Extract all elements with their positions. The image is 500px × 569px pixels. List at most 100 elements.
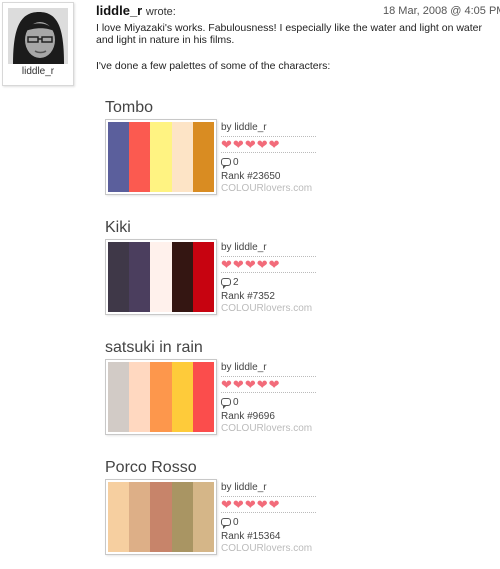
wrote-label: wrote: <box>145 6 176 18</box>
color-swatch <box>150 482 172 552</box>
heart-icon[interactable]: ❤ <box>221 378 232 391</box>
palette-title[interactable]: satsuki in rain <box>105 339 203 357</box>
comments-number: 2 <box>233 276 239 288</box>
palette-card: Kiki by liddle_r ❤ ❤ ❤ ❤ ❤ 2 Rank #7352 COLOURlov… <box>105 219 345 329</box>
palette-swatches <box>108 122 215 192</box>
colourlovers-link[interactable]: COLOURlovers.com <box>221 543 331 555</box>
heart-icon[interactable]: ❤ <box>257 258 268 271</box>
comments-count[interactable]: 0 <box>221 156 331 169</box>
heart-icon[interactable]: ❤ <box>269 498 280 511</box>
palette-swatch-link[interactable] <box>105 479 217 555</box>
palette-card: satsuki in rain by liddle_r ❤ ❤ ❤ ❤ ❤ 0 Rank #96… <box>105 339 345 449</box>
palette-card: Tombo by liddle_r ❤ ❤ ❤ ❤ ❤ 0 Rank #23650 COLOURl… <box>105 99 345 209</box>
heart-rating[interactable]: ❤ ❤ ❤ ❤ ❤ <box>221 136 316 153</box>
color-swatch <box>171 122 193 192</box>
palette-title[interactable]: Tombo <box>105 99 153 117</box>
heart-icon[interactable]: ❤ <box>269 258 280 271</box>
palette-author[interactable]: by liddle_r <box>221 361 331 374</box>
heart-icon[interactable]: ❤ <box>269 378 280 391</box>
avatar-username[interactable]: liddle_r <box>3 66 73 77</box>
heart-icon[interactable]: ❤ <box>245 138 256 151</box>
palette-swatch-link[interactable] <box>105 359 217 435</box>
palette-card: Porco Rosso by liddle_r ❤ ❤ ❤ ❤ ❤ 0 Rank #15364 C… <box>105 459 345 569</box>
comment-icon <box>221 518 231 529</box>
color-swatch <box>129 482 151 552</box>
color-swatch <box>150 362 172 432</box>
palette-rank: Rank #23650 <box>221 171 281 182</box>
message-intro: I've done a few palettes of some of the … <box>96 60 331 72</box>
palette-info: by liddle_r ❤ ❤ ❤ ❤ ❤ 0 Rank #23650 COLOURlovers… <box>221 121 331 195</box>
heart-icon[interactable]: ❤ <box>269 138 280 151</box>
colourlovers-link[interactable]: COLOURlovers.com <box>221 183 331 195</box>
color-swatch <box>150 242 172 312</box>
heart-icon[interactable]: ❤ <box>257 378 268 391</box>
post-author: liddle_r wrote: <box>96 3 176 18</box>
heart-icon[interactable]: ❤ <box>221 498 232 511</box>
message-gap <box>96 46 500 60</box>
color-swatch <box>108 122 130 192</box>
heart-icon[interactable]: ❤ <box>245 258 256 271</box>
color-swatch <box>192 122 215 192</box>
comments-count[interactable]: 0 <box>221 516 331 529</box>
comments-count[interactable]: 2 <box>221 276 331 289</box>
comment-icon <box>221 278 231 289</box>
palette-author[interactable]: by liddle_r <box>221 121 331 134</box>
post-message: I love Miyazaki's works. Fabulousness! I… <box>96 22 500 72</box>
palette-rank: Rank #15364 <box>221 531 281 542</box>
comment-icon <box>221 158 231 169</box>
heart-icon[interactable]: ❤ <box>245 498 256 511</box>
avatar[interactable] <box>8 8 68 64</box>
comments-number: 0 <box>233 156 239 168</box>
colourlovers-link[interactable]: COLOURlovers.com <box>221 423 331 435</box>
heart-icon[interactable]: ❤ <box>257 138 268 151</box>
heart-rating[interactable]: ❤ ❤ ❤ ❤ ❤ <box>221 496 316 513</box>
heart-icon[interactable]: ❤ <box>233 138 244 151</box>
heart-rating[interactable]: ❤ ❤ ❤ ❤ ❤ <box>221 256 316 273</box>
color-swatch <box>129 362 151 432</box>
palette-swatch-link[interactable] <box>105 119 217 195</box>
palette-swatches <box>108 482 215 552</box>
heart-icon[interactable]: ❤ <box>233 258 244 271</box>
color-swatch <box>171 362 193 432</box>
color-swatch <box>192 242 215 312</box>
palette-swatches <box>108 242 215 312</box>
color-swatch <box>150 122 172 192</box>
color-swatch <box>171 482 193 552</box>
palette-swatches <box>108 362 215 432</box>
heart-icon[interactable]: ❤ <box>233 378 244 391</box>
heart-rating[interactable]: ❤ ❤ ❤ ❤ ❤ <box>221 376 316 393</box>
palette-info: by liddle_r ❤ ❤ ❤ ❤ ❤ 2 Rank #7352 COLOURlovers.… <box>221 241 331 315</box>
palette-title[interactable]: Kiki <box>105 219 131 237</box>
palette-rank: Rank #9696 <box>221 411 275 422</box>
heart-icon[interactable]: ❤ <box>245 378 256 391</box>
color-swatch <box>129 242 151 312</box>
color-swatch <box>171 242 193 312</box>
palette-info: by liddle_r ❤ ❤ ❤ ❤ ❤ 0 Rank #15364 COLOURlovers… <box>221 481 331 555</box>
heart-icon[interactable]: ❤ <box>233 498 244 511</box>
user-avatar-card[interactable]: liddle_r <box>2 2 74 86</box>
post-date: 18 Mar, 2008 @ 4:05 PM <box>383 5 500 17</box>
color-swatch <box>108 362 130 432</box>
heart-icon[interactable]: ❤ <box>257 498 268 511</box>
comments-count[interactable]: 0 <box>221 396 331 409</box>
comment-icon <box>221 398 231 409</box>
palette-author[interactable]: by liddle_r <box>221 481 331 494</box>
color-swatch <box>129 122 151 192</box>
colourlovers-link[interactable]: COLOURlovers.com <box>221 303 331 315</box>
color-swatch <box>192 482 215 552</box>
message-line: and light in nature in his films. <box>96 34 235 46</box>
message-line: I love Miyazaki's works. Fabulousness! I… <box>96 22 483 34</box>
palette-swatch-link[interactable] <box>105 239 217 315</box>
palette-info: by liddle_r ❤ ❤ ❤ ❤ ❤ 0 Rank #9696 COLOURlovers.… <box>221 361 331 435</box>
comments-number: 0 <box>233 396 239 408</box>
heart-icon[interactable]: ❤ <box>221 258 232 271</box>
color-swatch <box>108 482 130 552</box>
author-name-link[interactable]: liddle_r <box>96 3 142 18</box>
comments-number: 0 <box>233 516 239 528</box>
palette-title[interactable]: Porco Rosso <box>105 459 197 477</box>
heart-icon[interactable]: ❤ <box>221 138 232 151</box>
palette-rank: Rank #7352 <box>221 291 275 302</box>
color-swatch <box>108 242 130 312</box>
color-swatch <box>192 362 215 432</box>
palette-author[interactable]: by liddle_r <box>221 241 331 254</box>
